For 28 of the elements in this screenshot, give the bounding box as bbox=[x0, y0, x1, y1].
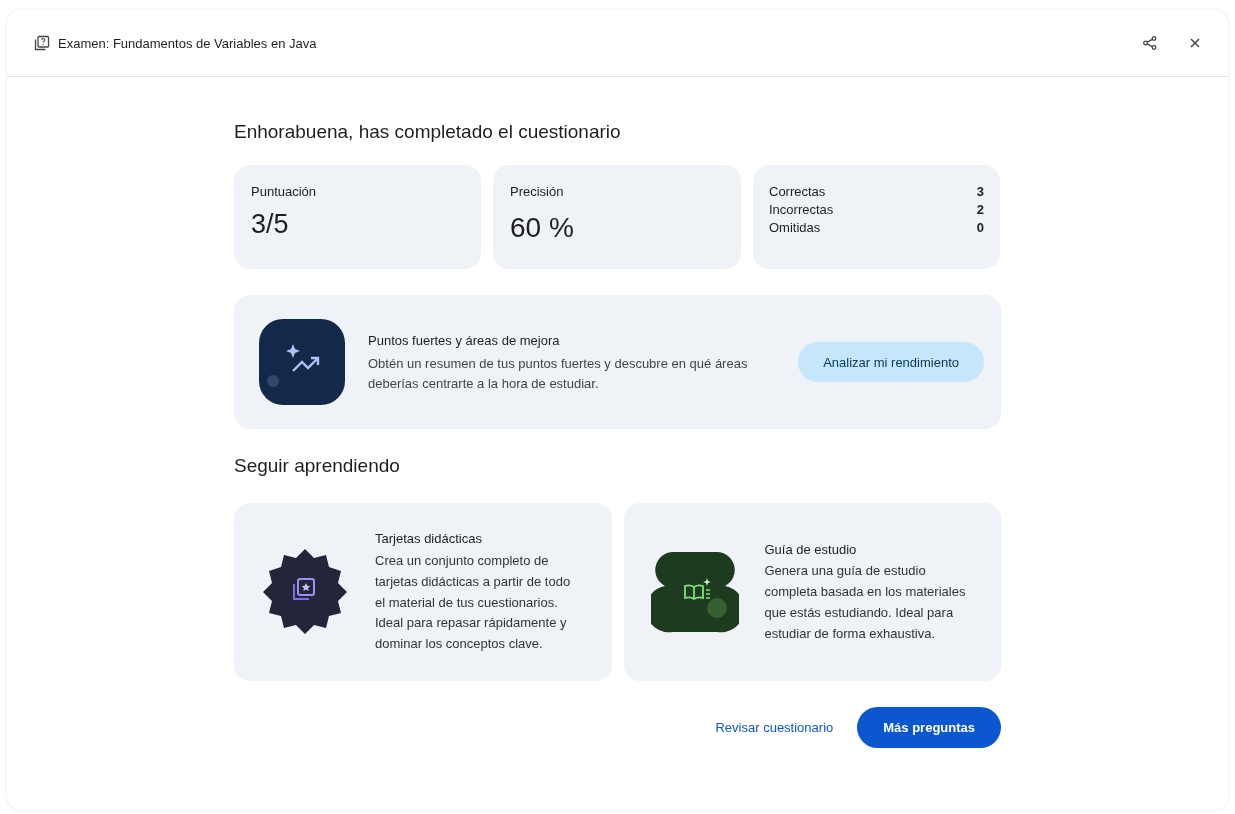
count-value: 2 bbox=[976, 202, 984, 217]
accuracy-label: Precisión bbox=[510, 184, 564, 199]
count-label: Correctas bbox=[769, 184, 826, 199]
insight-description: Obtén un resumen de tus puntos fuertes y descubre en qué áreas deberías centrarte a la hora de estudiar. bbox=[368, 354, 749, 393]
more-questions-button[interactable]: Más preguntas bbox=[857, 707, 1001, 748]
count-label: Omitidas bbox=[769, 220, 821, 235]
count-value: 3 bbox=[976, 184, 984, 199]
section-heading: Seguir aprendiendo bbox=[234, 455, 401, 477]
completion-heading: Enhorabuena, has completado el cuestionario bbox=[234, 121, 622, 143]
count-value: 0 bbox=[976, 220, 984, 235]
tile-title: Tarjetas didácticas bbox=[375, 530, 483, 549]
review-quiz-button[interactable]: Revisar cuestionario bbox=[711, 712, 838, 743]
share-icon bbox=[1142, 35, 1158, 51]
accuracy-value: 60 % bbox=[510, 212, 574, 244]
window-title: Examen: Fundamentos de Variables en Java bbox=[58, 35, 317, 51]
quiz-icon bbox=[34, 35, 50, 51]
close-icon bbox=[1188, 36, 1202, 50]
analyze-button[interactable]: Analizar mi rendimiento bbox=[798, 342, 984, 382]
insight-title: Puntos fuertes y áreas de mejora bbox=[368, 331, 561, 350]
count-label: Incorrectas bbox=[769, 202, 834, 217]
score-value: 3/5 bbox=[251, 209, 289, 240]
trend-chart-icon bbox=[259, 319, 345, 405]
tile-title: Guía de estudio bbox=[764, 540, 858, 559]
score-label: Puntuación bbox=[251, 184, 317, 199]
tile-description: Crea un conjunto completo de tarjetas didácticas a partir de todo el material de tus cuestionarios. Ideal para repasar rápidamente y dominar los conceptos clave. bbox=[375, 551, 572, 654]
study-tile[interactable]: Tarjetas didácticas Crea un conjunto completo de tarjetas didácticas a partir de todo el material de tus cuestionarios. Ideal para repasar rápidamente y dominar los conceptos clave. bbox=[234, 503, 612, 681]
study-tile[interactable]: Guía de estudio Genera una guía de estudio completa basada en los materiales que estás estudiando. Ideal para estudiar de forma exhaustiva. bbox=[623, 503, 1001, 681]
tile-description: Genera una guía de estudio completa basada en los materiales que estás estudiando. Ideal para estudiar de forma exhaustiva. bbox=[764, 562, 967, 643]
